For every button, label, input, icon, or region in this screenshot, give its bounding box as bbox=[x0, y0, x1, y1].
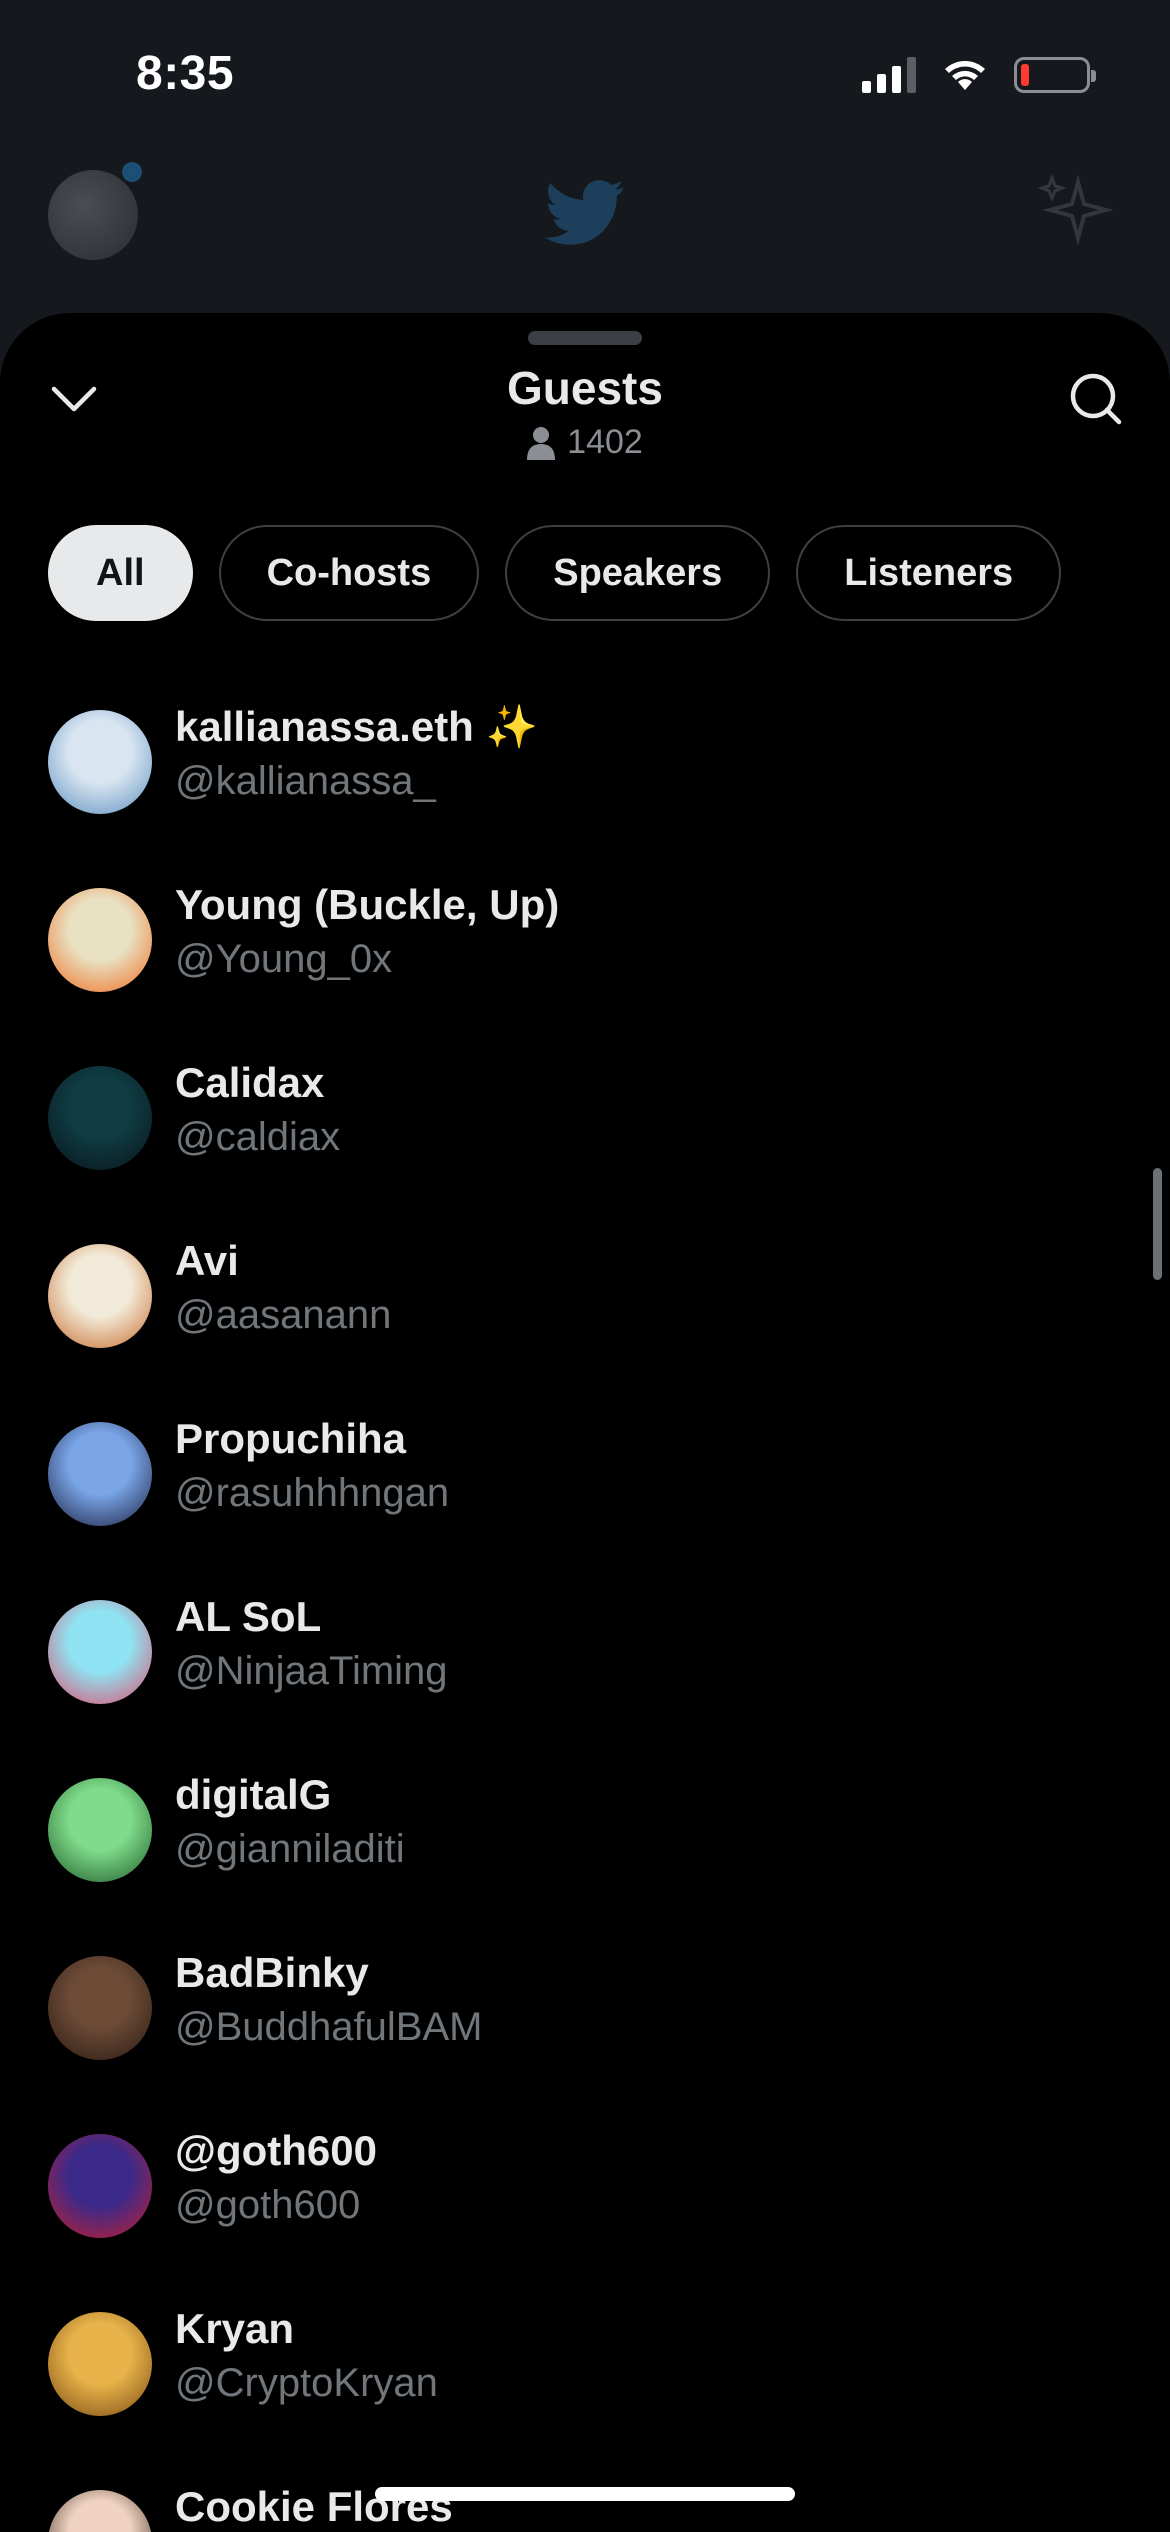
guest-handle: @caldiax bbox=[175, 1115, 341, 1159]
avatar[interactable] bbox=[48, 2490, 152, 2532]
list-item[interactable]: Avi @aasanann bbox=[0, 1217, 1170, 1395]
notification-dot bbox=[122, 162, 142, 182]
guest-handle: @Young_0x bbox=[175, 937, 393, 981]
status-icons bbox=[862, 56, 1096, 94]
avatar[interactable] bbox=[48, 1244, 152, 1348]
guest-handle: @BuddhafulBAM bbox=[175, 2005, 483, 2049]
guest-count-value: 1402 bbox=[567, 423, 643, 461]
list-item[interactable]: Calidax @caldiax bbox=[0, 1039, 1170, 1217]
guest-name: BadBinky bbox=[175, 1949, 369, 1996]
guest-handle: @CryptoKryan bbox=[175, 2361, 438, 2405]
screen: 8:35 Guests 1402 All Co-hosts Speakers L… bbox=[0, 0, 1170, 2532]
avatar[interactable] bbox=[48, 1778, 152, 1882]
search-button[interactable] bbox=[1060, 363, 1130, 433]
guest-name: @goth600 bbox=[175, 2127, 377, 2174]
avatar[interactable] bbox=[48, 2134, 152, 2238]
avatar[interactable] bbox=[48, 1956, 152, 2060]
avatar[interactable] bbox=[48, 1066, 152, 1170]
guests-sheet: Guests 1402 All Co-hosts Speakers Listen… bbox=[0, 313, 1170, 2532]
guest-name: digitalG bbox=[175, 1771, 332, 1818]
home-indicator[interactable] bbox=[375, 2487, 795, 2501]
tab-speakers[interactable]: Speakers bbox=[505, 525, 771, 621]
sparkle-icon[interactable] bbox=[1034, 170, 1114, 250]
avatar[interactable] bbox=[48, 1600, 152, 1704]
sheet-grabber[interactable] bbox=[528, 331, 642, 345]
list-item[interactable]: digitalG @gianniladiti bbox=[0, 1751, 1170, 1929]
tab-listeners[interactable]: Listeners bbox=[796, 525, 1062, 621]
wifi-icon bbox=[945, 61, 985, 90]
list-item[interactable]: Kryan @CryptoKryan bbox=[0, 2285, 1170, 2463]
list-item[interactable]: BadBinky @BuddhafulBAM bbox=[0, 1929, 1170, 2107]
guest-name: kallianassa.eth ✨ bbox=[175, 703, 538, 750]
person-icon bbox=[527, 426, 556, 460]
status-bar: 8:35 bbox=[0, 0, 1170, 150]
avatar[interactable] bbox=[48, 1422, 152, 1526]
list-item[interactable]: AL SoL @NinjaaTiming bbox=[0, 1573, 1170, 1751]
tab-co-hosts[interactable]: Co-hosts bbox=[218, 525, 480, 621]
list-item[interactable]: kallianassa.eth ✨ @kallianassa_ bbox=[0, 683, 1170, 861]
list-item[interactable]: Young (Buckle, Up) @Young_0x bbox=[0, 861, 1170, 1039]
scrollbar[interactable] bbox=[1153, 1168, 1162, 1280]
guest-name: Propuchiha bbox=[175, 1415, 407, 1462]
guest-name: Kryan bbox=[175, 2305, 295, 2352]
guest-handle: @kallianassa_ bbox=[175, 759, 436, 803]
avatar[interactable] bbox=[48, 888, 152, 992]
avatar[interactable] bbox=[48, 710, 152, 814]
guest-handle: @rasuhhhngan bbox=[175, 1471, 450, 1515]
battery-low-icon bbox=[1014, 57, 1096, 93]
filter-tabs: All Co-hosts Speakers Listeners bbox=[48, 525, 1062, 621]
guest-handle: @goth600 bbox=[175, 2183, 361, 2227]
guest-handle: @NinjaaTiming bbox=[175, 1649, 448, 1693]
status-time: 8:35 bbox=[136, 47, 235, 100]
guest-count: 1402 bbox=[0, 423, 1170, 462]
guest-name: Avi bbox=[175, 1237, 239, 1284]
battery-level bbox=[1021, 64, 1029, 86]
guest-name: Young (Buckle, Up) bbox=[175, 881, 560, 928]
guest-handle: @aasanann bbox=[175, 1293, 392, 1337]
guest-name: Calidax bbox=[175, 1059, 325, 1106]
list-item[interactable]: @goth600 @goth600 bbox=[0, 2107, 1170, 2285]
twitter-bird-icon bbox=[545, 180, 624, 245]
background-header bbox=[0, 150, 1170, 320]
profile-avatar[interactable] bbox=[48, 170, 138, 260]
guest-handle: @gianniladiti bbox=[175, 1827, 405, 1871]
avatar[interactable] bbox=[48, 2312, 152, 2416]
sparkles-emoji: ✨ bbox=[485, 703, 538, 750]
list-item[interactable]: Propuchiha @rasuhhhngan bbox=[0, 1395, 1170, 1573]
guest-name: AL SoL bbox=[175, 1593, 322, 1640]
cellular-signal-icon bbox=[862, 57, 916, 93]
tab-all[interactable]: All bbox=[48, 525, 193, 621]
search-icon bbox=[1070, 373, 1122, 425]
guest-list: kallianassa.eth ✨ @kallianassa_ Young (B… bbox=[0, 683, 1170, 2532]
sheet-title: Guests bbox=[507, 362, 663, 414]
